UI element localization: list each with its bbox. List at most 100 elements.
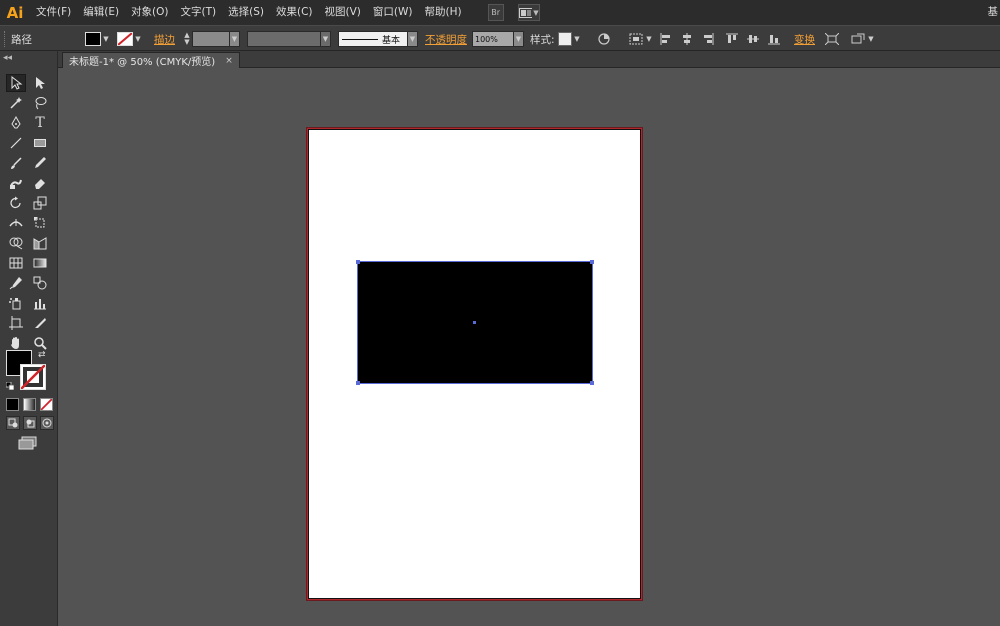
eyedropper-tool-icon[interactable]: [6, 274, 26, 292]
chevron-down-icon[interactable]: ▼: [230, 31, 240, 47]
chevron-down-icon: ▼: [533, 8, 539, 17]
recolor-artwork-icon[interactable]: [596, 31, 612, 47]
menu-file[interactable]: 文件(F): [30, 0, 77, 25]
document-tab[interactable]: 未标题-1* @ 50% (CMYK/预览) ×: [62, 52, 240, 68]
panel-options-icon[interactable]: [850, 31, 866, 47]
brush-stroke-preview: [342, 38, 378, 40]
draw-normal-button[interactable]: [6, 416, 20, 430]
draw-behind-icon: [26, 419, 35, 428]
draw-behind-button[interactable]: [23, 416, 37, 430]
pencil-tool-icon[interactable]: [30, 154, 50, 172]
menu-bar: Ai 文件(F) 编辑(E) 对象(O) 文字(T) 选择(S) 效果(C) 视…: [0, 0, 1000, 25]
menu-edit[interactable]: 编辑(E): [77, 0, 125, 25]
menu-object[interactable]: 对象(O): [125, 0, 174, 25]
graphic-style-swatch[interactable]: [558, 32, 572, 46]
brush-definition[interactable]: 基本: [338, 31, 408, 47]
selection-handle-bottom-left[interactable]: [356, 381, 360, 385]
arrange-documents-button[interactable]: ▼: [517, 4, 540, 21]
selection-handle-top-left[interactable]: [356, 260, 360, 264]
control-bar: 路径 ▼ ▼ 描边 ▲ ▼ ▼ ▼ 基本 ▼ 不透明度 100% ▼ 样式: ▼…: [0, 25, 1000, 51]
slice-tool-icon[interactable]: [30, 314, 50, 332]
swap-fill-stroke-icon[interactable]: ⇄: [38, 350, 46, 360]
illustrator-window: Ai 文件(F) 编辑(E) 对象(O) 文字(T) 选择(S) 效果(C) 视…: [0, 0, 1000, 626]
shape-builder-tool-icon[interactable]: [6, 234, 26, 252]
color-mode-button[interactable]: [6, 398, 19, 411]
panel-grip[interactable]: [4, 31, 7, 47]
align-middle-icon[interactable]: [745, 31, 761, 47]
column-graph-tool-icon[interactable]: [30, 294, 50, 312]
stroke-weight-stepper[interactable]: ▲ ▼: [182, 31, 192, 47]
none-mode-button[interactable]: [40, 398, 53, 411]
rectangle-tool-icon[interactable]: [30, 134, 50, 152]
selection-handle-bottom-right[interactable]: [590, 381, 594, 385]
chevron-down-icon[interactable]: ▼: [514, 31, 524, 47]
menu-type[interactable]: 文字(T): [175, 0, 223, 25]
pen-tool-icon[interactable]: [6, 114, 26, 132]
selection-tool-icon[interactable]: [6, 74, 26, 92]
arrange-documents-icon: [518, 7, 533, 18]
default-colors-icon[interactable]: [5, 380, 15, 391]
eraser-tool-icon[interactable]: [30, 174, 50, 192]
collapse-panel-button[interactable]: ◂◂: [3, 53, 12, 63]
scale-tool-icon[interactable]: [30, 194, 50, 212]
selection-handle-top-right[interactable]: [590, 260, 594, 264]
line-segment-tool-icon[interactable]: [6, 134, 26, 152]
chevron-down-icon[interactable]: ▼: [408, 31, 418, 47]
opacity-panel-link[interactable]: 不透明度: [425, 32, 467, 47]
rotate-tool-icon[interactable]: [6, 194, 26, 212]
width-tool-icon[interactable]: [6, 214, 26, 232]
magic-wand-tool-icon[interactable]: [6, 94, 26, 112]
gradient-mode-button[interactable]: [23, 398, 36, 411]
direct-selection-tool-icon[interactable]: [30, 74, 50, 92]
align-bottom-icon[interactable]: [766, 31, 782, 47]
type-tool-icon[interactable]: T: [30, 114, 50, 132]
align-top-icon[interactable]: [724, 31, 740, 47]
screen-mode-button[interactable]: [18, 436, 38, 450]
document-tab-title: 未标题-1* @ 50% (CMYK/预览): [69, 57, 216, 68]
brush-name: 基本: [382, 35, 401, 46]
gradient-tool-icon[interactable]: [30, 254, 50, 272]
perspective-grid-tool-icon[interactable]: [30, 234, 50, 252]
chevron-down-icon[interactable]: ▼: [572, 32, 582, 46]
opacity-value: 100%: [475, 34, 498, 44]
no-stroke-icon: [118, 33, 132, 45]
lasso-tool-icon[interactable]: [30, 94, 50, 112]
draw-inside-button[interactable]: [40, 416, 54, 430]
draw-inside-icon: [42, 418, 52, 428]
opacity-field[interactable]: 100%: [472, 31, 514, 47]
align-center-icon[interactable]: [679, 31, 695, 47]
artboard-tool-icon[interactable]: [6, 314, 26, 332]
mesh-tool-icon[interactable]: [6, 254, 26, 272]
isolate-object-icon[interactable]: [824, 31, 840, 47]
menu-effect[interactable]: 效果(C): [270, 0, 319, 25]
menu-window[interactable]: 窗口(W): [367, 0, 419, 25]
transform-panel-link[interactable]: 变换: [794, 32, 815, 47]
menu-select[interactable]: 选择(S): [222, 0, 270, 25]
canvas[interactable]: [58, 68, 1000, 626]
menu-help[interactable]: 帮助(H): [419, 0, 468, 25]
symbol-sprayer-tool-icon[interactable]: [6, 294, 26, 312]
bridge-button[interactable]: Br: [487, 4, 504, 21]
close-icon[interactable]: ×: [225, 56, 233, 66]
stroke-color-box[interactable]: [20, 364, 46, 390]
align-to-icon[interactable]: [628, 31, 644, 47]
stroke-panel-link[interactable]: 描边: [154, 32, 175, 47]
align-right-icon[interactable]: [700, 31, 716, 47]
workspace-switcher[interactable]: 基: [988, 0, 1000, 25]
blend-tool-icon[interactable]: [30, 274, 50, 292]
chevron-down-icon[interactable]: ▼: [644, 32, 654, 46]
variable-width-profile[interactable]: [247, 31, 321, 47]
stroke-weight-field[interactable]: [192, 31, 230, 47]
chevron-down-icon[interactable]: ▼: [101, 32, 111, 46]
menu-view[interactable]: 视图(V): [319, 0, 367, 25]
stroke-swatch[interactable]: [117, 32, 133, 46]
chevron-down-icon[interactable]: ▼: [321, 31, 331, 47]
blob-brush-tool-icon[interactable]: [6, 174, 26, 192]
fill-swatch[interactable]: [85, 32, 101, 46]
chevron-down-icon[interactable]: ▼: [866, 32, 876, 46]
app-logo: Ai: [6, 3, 24, 22]
paintbrush-tool-icon[interactable]: [6, 154, 26, 172]
chevron-down-icon[interactable]: ▼: [133, 32, 143, 46]
align-left-icon[interactable]: [658, 31, 674, 47]
free-transform-tool-icon[interactable]: [30, 214, 50, 232]
